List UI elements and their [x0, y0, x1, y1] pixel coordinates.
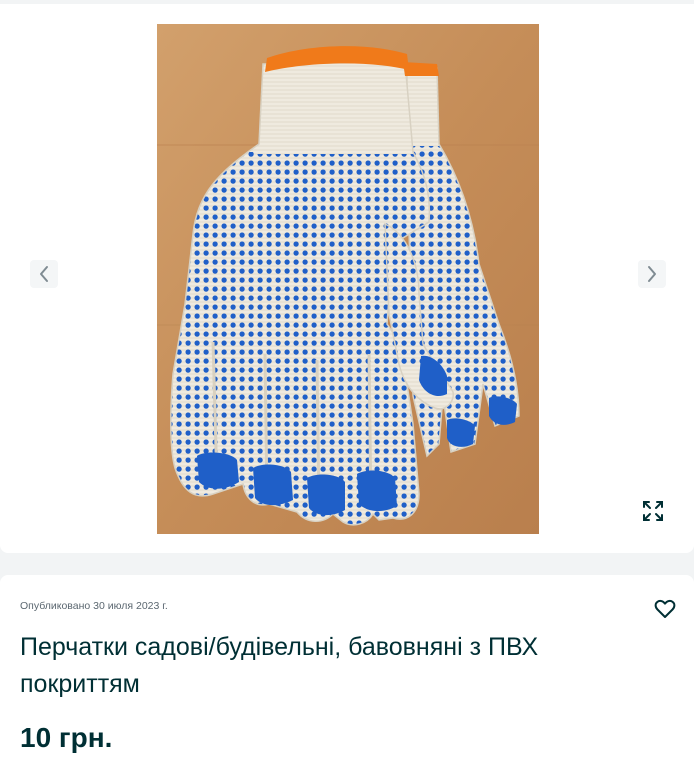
gloves-image — [157, 24, 539, 534]
fullscreen-button[interactable] — [638, 496, 668, 526]
chevron-left-icon — [40, 266, 48, 282]
listing-title: Перчатки садові/будівельні, бавовняні з … — [20, 633, 539, 698]
listing-price: 10 грн. — [20, 722, 113, 753]
gallery-prev-button[interactable] — [30, 260, 58, 288]
product-photo[interactable] — [157, 24, 539, 534]
expand-icon — [643, 501, 663, 521]
chevron-right-icon — [648, 266, 656, 282]
favorite-button[interactable] — [651, 596, 679, 622]
published-date: Опубликовано 30 июля 2023 г. — [20, 600, 168, 612]
listing-info-card: Опубликовано 30 июля 2023 г. Перчатки са… — [0, 575, 694, 768]
heart-icon — [654, 599, 676, 618]
gallery-next-button[interactable] — [638, 260, 666, 288]
image-gallery — [0, 4, 694, 553]
